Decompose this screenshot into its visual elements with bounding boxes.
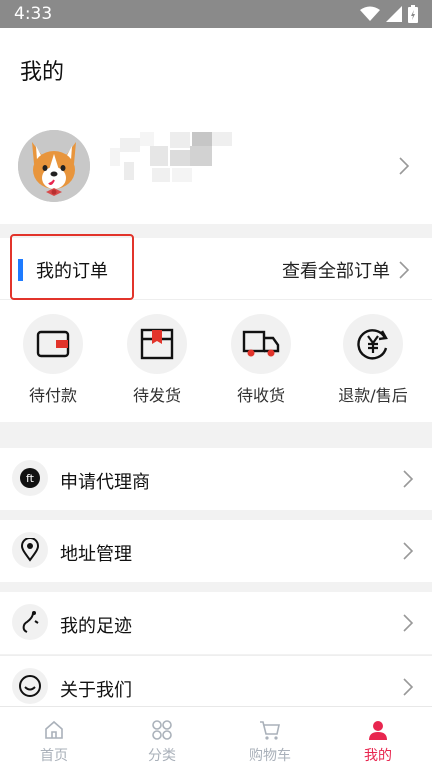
agent-icon: ft (12, 460, 48, 496)
menu-label: 我的足迹 (60, 616, 132, 637)
orders-title: 我的订单 (36, 261, 108, 282)
profile-card[interactable] (0, 110, 432, 224)
page-title: 我的 (20, 60, 65, 85)
orders-header[interactable]: 我的订单 查看全部订单 (0, 234, 432, 300)
bottom-tab-bar: 首页 分类 购物车 我的 (0, 706, 432, 768)
menu-my-footprint[interactable]: 我的足迹 (0, 592, 432, 654)
status-bar: 4:33 (0, 0, 432, 28)
menu-label: 关于我们 (60, 680, 132, 701)
order-item-label: 待发货 (132, 386, 181, 405)
wallet-icon (23, 314, 83, 374)
order-status-list: 待付款 待发货 待收货 退款/售后 (0, 314, 432, 414)
order-pending-shipment[interactable]: 待发货 (107, 314, 207, 406)
view-all-chevron-icon (399, 261, 410, 279)
chevron-right-icon (403, 542, 414, 560)
menu-address-management[interactable]: 地址管理 (0, 520, 432, 582)
box-icon (127, 314, 187, 374)
location-icon (12, 532, 48, 568)
refund-icon (343, 314, 403, 374)
tab-label: 首页 (40, 748, 68, 764)
wifi-icon (360, 6, 380, 21)
order-item-label: 待付款 (28, 386, 77, 405)
dog-avatar-icon (18, 130, 90, 202)
home-icon (0, 719, 108, 741)
menu-label: 申请代理商 (60, 472, 150, 493)
tab-cart[interactable]: 购物车 (216, 707, 324, 768)
chevron-right-icon (403, 614, 414, 632)
svg-text:ft: ft (26, 472, 35, 485)
profile-chevron-icon (399, 157, 410, 175)
person-icon (324, 719, 432, 741)
chevron-right-icon (403, 470, 414, 488)
tab-label: 我的 (364, 748, 392, 764)
tab-home[interactable]: 首页 (0, 707, 108, 768)
order-item-label: 退款/售后 (338, 386, 408, 405)
chevron-right-icon (403, 678, 414, 696)
order-refund-aftersale[interactable]: 退款/售后 (323, 314, 423, 406)
view-all-orders-link[interactable]: 查看全部订单 (282, 257, 390, 283)
username-blurred (110, 132, 234, 192)
footprint-icon (12, 604, 48, 640)
tab-mine[interactable]: 我的 (324, 707, 432, 768)
order-pending-payment[interactable]: 待付款 (3, 314, 103, 406)
order-pending-receipt[interactable]: 待收货 (211, 314, 311, 406)
orders-accent-bar (18, 259, 23, 281)
truck-icon (231, 314, 291, 374)
battery-icon (408, 5, 418, 23)
menu-apply-agent[interactable]: ft 申请代理商 (0, 448, 432, 510)
tab-label: 分类 (148, 748, 176, 764)
order-item-label: 待收货 (236, 386, 285, 405)
orders-section: 我的订单 查看全部订单 待付款 待发货 待收货 退款/售后 (0, 234, 432, 422)
signal-icon (386, 6, 402, 22)
cart-icon (216, 719, 324, 741)
page-header: 我的 (0, 28, 432, 110)
menu-label: 地址管理 (60, 544, 132, 565)
status-time: 4:33 (14, 4, 53, 24)
tab-label: 购物车 (249, 748, 291, 764)
avatar[interactable] (18, 130, 90, 202)
smile-icon (12, 668, 48, 704)
category-icon (108, 719, 216, 741)
system-icons (360, 5, 418, 23)
tab-category[interactable]: 分类 (108, 707, 216, 768)
